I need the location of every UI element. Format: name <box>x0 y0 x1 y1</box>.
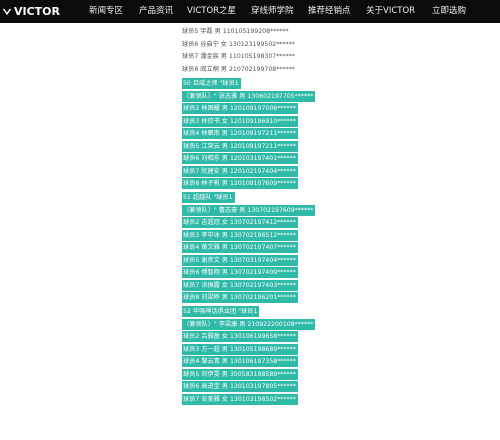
roster-line: 球员7 洪振露 女 130702197403****** <box>182 279 298 291</box>
roster-line: 球员2 林国耀 男 120109197006****** <box>182 103 298 114</box>
logo-text: VICTOR <box>13 5 60 18</box>
roster-line: （兼领队）" 张志雅 男 130602197705****** <box>182 90 316 102</box>
top-navigation-bar: VICTOR 新闻专区 产品资讯 VICTOR之星 穿线师学院 推荐经销点 关于… <box>0 0 500 23</box>
roster-line: 球员4 黄文雅 男 130702197407****** <box>182 242 298 253</box>
nav-dealers[interactable]: 推荐经销点 <box>308 0 351 23</box>
roster-line: 球员5 谢彦文 男 130703197404****** <box>182 254 298 266</box>
roster-line: 球员4 林雁南 男 120109197211****** <box>182 128 298 139</box>
roster-line: 球员7 潘金宸 男 110105198307****** <box>182 53 295 60</box>
roster-line: 球员6 刘相东 男 120103197401****** <box>182 153 298 164</box>
team-header-line: 52 华强神话俱业团 "球员1 <box>182 306 260 317</box>
nav-products[interactable]: 产品资讯 <box>139 0 173 23</box>
roster-line: 球员5 邓伊雯 男 350583198589****** <box>182 368 298 380</box>
roster-line: 球员8 刘梁桦 男 130702196201****** <box>182 292 298 303</box>
roster-text-block: 球员5 宇磊 男 110105199208****** 球员6 谷启宁 女 13… <box>182 26 322 440</box>
roster-line: 球员2 吉超冠 女 130702197412****** <box>182 217 298 228</box>
roster-line: 球员5 江突云 男 120109197211****** <box>182 140 298 152</box>
nav-about-victor[interactable]: 关于VICTOR <box>366 0 415 23</box>
nav-stringer-academy[interactable]: 穿线师学院 <box>251 0 294 23</box>
roster-line: （兼领队）" 曹志豪 男 130702197609****** <box>182 204 316 216</box>
nav-victor-star[interactable]: VICTOR之星 <box>187 0 236 23</box>
victor-logo[interactable]: VICTOR <box>2 2 60 21</box>
roster-line: 球员6 谷启宁 女 130123199502****** <box>182 40 295 48</box>
roster-line: 球员5 宇磊 男 110105199208****** <box>182 28 289 35</box>
team-header-line: 51 超越队 "球员1 <box>182 192 235 203</box>
roster-line: 球员7 安美雅 女 130103198502****** <box>182 393 298 405</box>
roster-line: 球员4 黎云青 男 130106197358****** <box>182 356 298 367</box>
victor-logo-icon <box>2 8 12 15</box>
roster-line: （兼领队）" 李梁康 男 210922200108****** <box>182 318 316 330</box>
roster-line: 球员8 林子帆 男 120109197609****** <box>182 178 298 189</box>
roster-line: 球员7 阮建安 男 120102197404****** <box>182 165 298 177</box>
roster-line: 球员6 高进宝 男 130103197805****** <box>182 381 298 392</box>
team-header-line: 50 巨威之师 "球员1 <box>182 78 241 89</box>
roster-line: 球员2 吕雅盈 女 130106199658****** <box>182 331 298 342</box>
roster-line: 球员3 林佼书 女 120109196910****** <box>182 115 298 127</box>
nav-shop-now[interactable]: 立即选购 <box>432 0 466 23</box>
roster-line: 球员6 傅智翔 男 130702197409****** <box>182 267 298 278</box>
nav-news[interactable]: 新闻专区 <box>89 0 123 23</box>
roster-line: 球员3 李中冰 男 130702196512****** <box>182 229 298 241</box>
roster-line: 球员3 方一超 男 130105198689****** <box>182 343 298 355</box>
roster-line: 球员8 阎立桐 男 210702199708****** <box>182 65 295 73</box>
